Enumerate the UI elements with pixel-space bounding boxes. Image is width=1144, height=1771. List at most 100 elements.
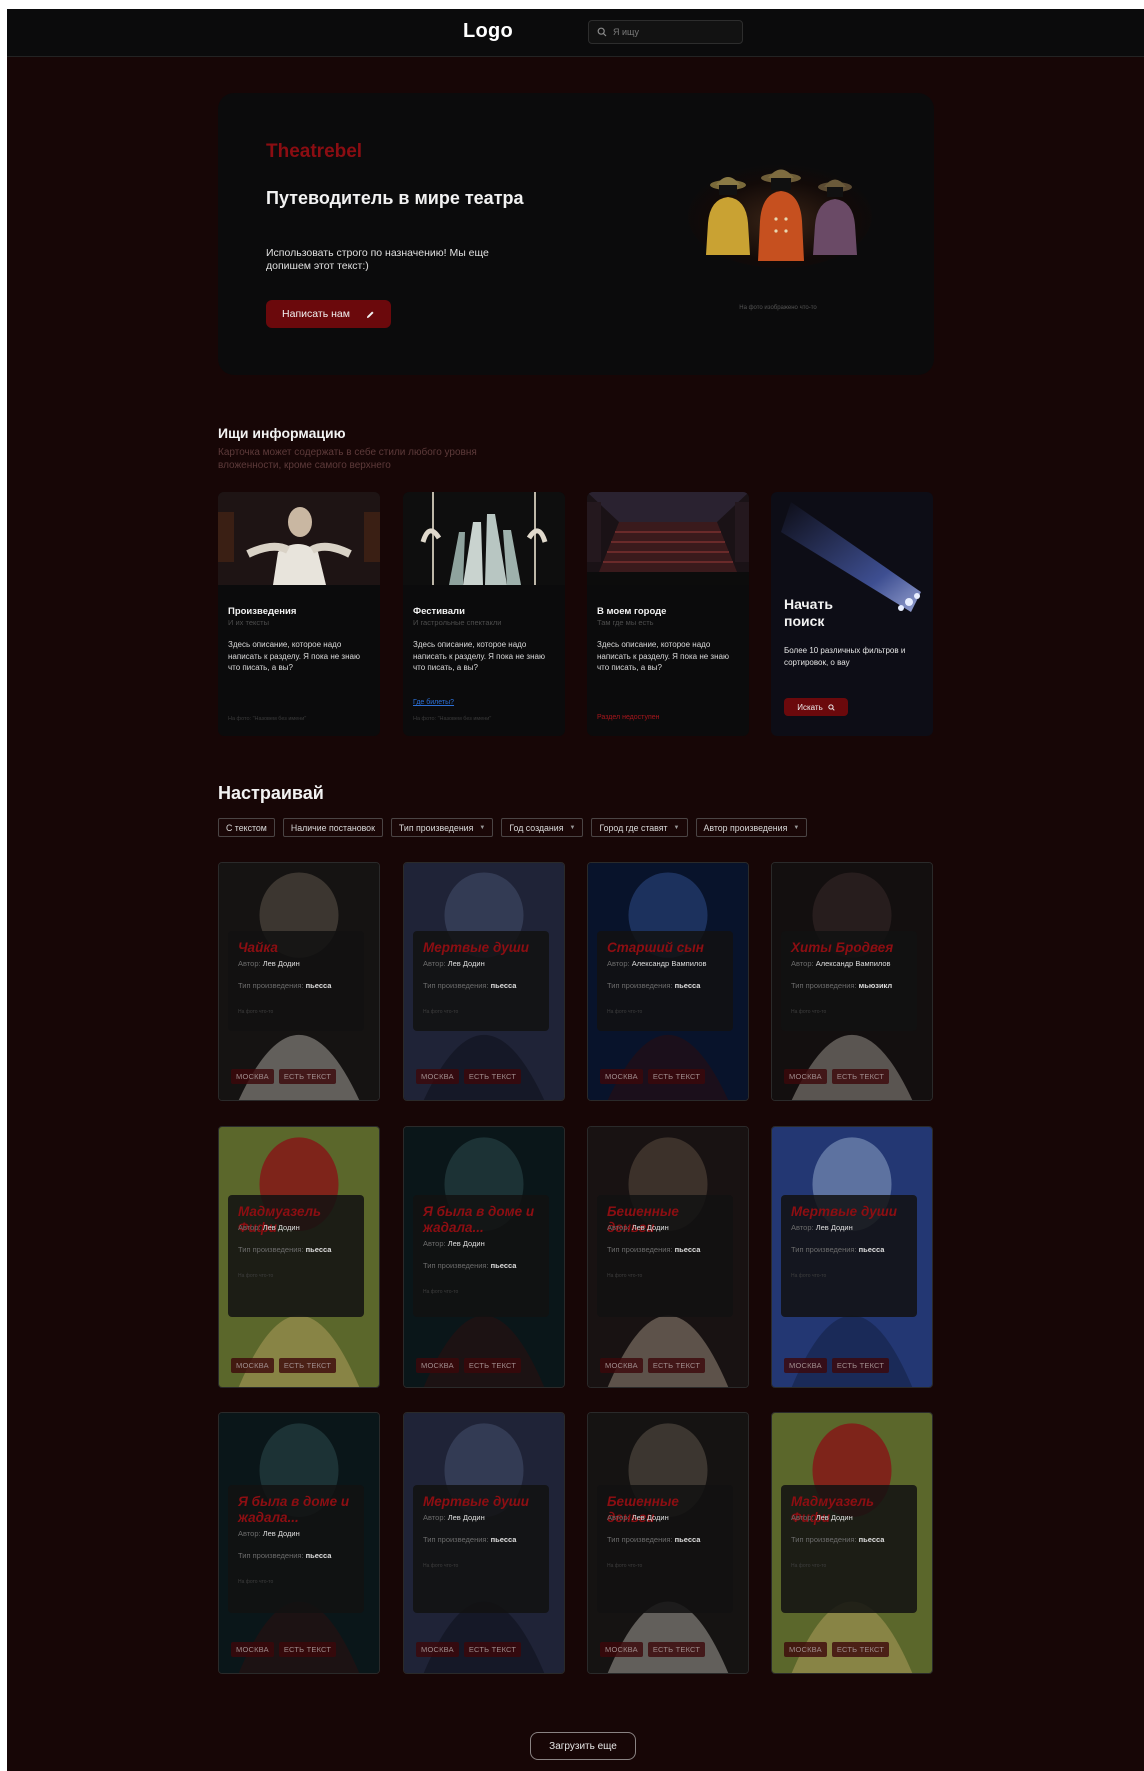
- city-tag[interactable]: МОСКВА: [231, 1069, 274, 1084]
- filter-city[interactable]: Город где ставят ▼: [591, 818, 688, 837]
- city-tag[interactable]: МОСКВА: [231, 1642, 274, 1657]
- city-tag[interactable]: МОСКВА: [416, 1358, 459, 1373]
- search-button-label: Искать: [797, 702, 823, 712]
- work-author: Автор: Лев Додин: [423, 959, 485, 968]
- author-label: Автор:: [238, 1223, 261, 1232]
- info-card-works[interactable]: Произведения И их тексты Здесь описание,…: [218, 492, 380, 736]
- has-text-tag[interactable]: ЕСТЬ ТЕКСТ: [647, 1642, 706, 1657]
- has-text-tag[interactable]: ЕСТЬ ТЕКСТ: [647, 1069, 706, 1084]
- type-label: Тип произведения:: [238, 981, 304, 990]
- work-card[interactable]: Старший сын Автор: Александр Вампилов Тип …: [587, 862, 749, 1101]
- work-title[interactable]: Мертвые души: [423, 940, 541, 956]
- logo[interactable]: Logo: [463, 20, 513, 43]
- chevron-down-icon: ▼: [569, 824, 576, 831]
- author-label: Автор:: [238, 959, 261, 968]
- filter-work-type[interactable]: Тип произведения ▼: [390, 818, 494, 837]
- work-card[interactable]: Мадмуазель Фифи Автор: Лев Додин Тип произ…: [218, 1126, 380, 1388]
- tickets-link[interactable]: Где билеты?: [413, 699, 454, 706]
- city-tag[interactable]: МОСКВА: [231, 1358, 274, 1373]
- has-text-tag[interactable]: ЕСТЬ ТЕКСТ: [278, 1358, 337, 1373]
- search-button[interactable]: Искать: [784, 698, 848, 716]
- has-text-tag[interactable]: ЕСТЬ ТЕКСТ: [831, 1358, 890, 1373]
- city-tag[interactable]: МОСКВА: [416, 1642, 459, 1657]
- city-tag[interactable]: МОСКВА: [784, 1358, 827, 1373]
- work-author: Автор: Александр Вампилов: [607, 959, 707, 968]
- work-title[interactable]: Мертвые души: [791, 1204, 909, 1220]
- work-title[interactable]: Старший сын: [607, 940, 725, 956]
- info-card-title: Фестивали: [413, 606, 465, 617]
- author-name: Лев Додин: [815, 1513, 853, 1522]
- work-author: Автор: Лев Додин: [423, 1513, 485, 1522]
- work-card[interactable]: Бешенные деньги Автор: Лев Додин Тип произ…: [587, 1412, 749, 1674]
- work-card[interactable]: Мертвые души Автор: Лев Додин Тип произвед…: [771, 1126, 933, 1388]
- contact-us-button[interactable]: Написать нам: [266, 300, 391, 328]
- has-text-tag[interactable]: ЕСТЬ ТЕКСТ: [831, 1069, 890, 1084]
- filter-section-title: Настраивай: [218, 783, 324, 803]
- type-value: мьюзикл: [858, 981, 893, 990]
- filter-year[interactable]: Год создания ▼: [501, 818, 584, 837]
- work-author: Автор: Лев Додин: [238, 959, 300, 968]
- type-label: Тип произведения:: [607, 1245, 673, 1254]
- search-box[interactable]: [588, 20, 743, 44]
- search-icon: [597, 27, 607, 37]
- work-card-info: Я была в доме и жадала... Автор: Лев Доди…: [413, 1195, 549, 1317]
- filter-has-productions[interactable]: Наличие постановок: [282, 818, 383, 837]
- search-input[interactable]: [613, 27, 733, 37]
- city-tag[interactable]: МОСКВА: [416, 1069, 459, 1084]
- type-label: Тип произведения:: [238, 1551, 304, 1560]
- city-tag[interactable]: МОСКВА: [784, 1642, 827, 1657]
- work-author: Автор: Александр Вампилов: [791, 959, 891, 968]
- info-card-subtitle: И их тексты: [228, 618, 269, 627]
- top-navigation-bar: Logo: [7, 9, 1144, 57]
- work-type: Тип произведения: мьюзикл: [791, 981, 892, 990]
- filter-with-text[interactable]: С текстом: [218, 818, 275, 837]
- work-title[interactable]: Хиты Бродвея: [791, 940, 909, 956]
- work-card[interactable]: Хиты Бродвея Автор: Александр Вампилов Тип…: [771, 862, 933, 1101]
- work-tags: МОСКВА ЕСТЬ ТЕКСТ: [416, 1642, 522, 1657]
- work-title[interactable]: Мертвые души: [423, 1494, 541, 1510]
- info-card-start-search[interactable]: Начать поиск Более 10 различных фильтров…: [771, 492, 933, 736]
- work-author: Автор: Лев Додин: [238, 1529, 300, 1538]
- work-tags: МОСКВА ЕСТЬ ТЕКСТ: [416, 1069, 522, 1084]
- city-tag[interactable]: МОСКВА: [600, 1069, 643, 1084]
- type-label: Тип произведения:: [607, 1535, 673, 1544]
- work-card[interactable]: Я была в доме и жадала... Автор: Лев Доди…: [218, 1412, 380, 1674]
- has-text-tag[interactable]: ЕСТЬ ТЕКСТ: [463, 1642, 522, 1657]
- author-label: Автор:: [423, 1513, 446, 1522]
- work-title[interactable]: Чайка: [238, 940, 356, 956]
- has-text-tag[interactable]: ЕСТЬ ТЕКСТ: [463, 1358, 522, 1373]
- has-text-tag[interactable]: ЕСТЬ ТЕКСТ: [278, 1642, 337, 1657]
- author-label: Автор:: [238, 1529, 261, 1538]
- city-tag[interactable]: МОСКВА: [600, 1642, 643, 1657]
- work-type: Тип произведения: пьесса: [238, 1551, 331, 1560]
- filter-chips: С текстом Наличие постановок Тип произве…: [218, 818, 808, 838]
- has-text-tag[interactable]: ЕСТЬ ТЕКСТ: [278, 1069, 337, 1084]
- work-title[interactable]: Я была в доме и жадала...: [423, 1204, 541, 1235]
- author-label: Автор:: [607, 1513, 630, 1522]
- section-unavailable-status: Раздел недоступен: [597, 714, 660, 721]
- work-card[interactable]: Мертвые души Автор: Лев Додин Тип произвед…: [403, 862, 565, 1101]
- work-card[interactable]: Мертвые души Автор: Лев Додин Тип произвед…: [403, 1412, 565, 1674]
- has-text-tag[interactable]: ЕСТЬ ТЕКСТ: [647, 1358, 706, 1373]
- author-name: Лев Додин: [447, 959, 485, 968]
- has-text-tag[interactable]: ЕСТЬ ТЕКСТ: [831, 1642, 890, 1657]
- work-card[interactable]: Я была в доме и жадала... Автор: Лев Доди…: [403, 1126, 565, 1388]
- work-card[interactable]: Бешенные деньги Автор: Лев Додин Тип произ…: [587, 1126, 749, 1388]
- work-card[interactable]: Чайка Автор: Лев Додин Тип произведения: п…: [218, 862, 380, 1101]
- type-label: Тип произведения:: [791, 1535, 857, 1544]
- type-value: пьесса: [674, 1535, 701, 1544]
- info-card-festivals[interactable]: Фестивали И гастрольные спектакли Здесь …: [403, 492, 565, 736]
- has-text-tag[interactable]: ЕСТЬ ТЕКСТ: [463, 1069, 522, 1084]
- author-label: Автор:: [423, 959, 446, 968]
- city-tag[interactable]: МОСКВА: [784, 1069, 827, 1084]
- info-card-my-city[interactable]: В моем городе Там где мы есть Здесь опис…: [587, 492, 749, 736]
- work-type: Тип произведения: пьесса: [607, 981, 700, 990]
- type-value: пьесса: [858, 1535, 885, 1544]
- info-card-title: В моем городе: [597, 606, 667, 617]
- work-card[interactable]: Мадмуазель Фифи Автор: Лев Додин Тип произ…: [771, 1412, 933, 1674]
- load-more-button[interactable]: Загрузить еще: [530, 1732, 636, 1760]
- work-title[interactable]: Я была в доме и жадала...: [238, 1494, 356, 1525]
- filter-author[interactable]: Автор произведения ▼: [695, 818, 808, 837]
- city-tag[interactable]: МОСКВА: [600, 1358, 643, 1373]
- type-label: Тип произведения:: [791, 1245, 857, 1254]
